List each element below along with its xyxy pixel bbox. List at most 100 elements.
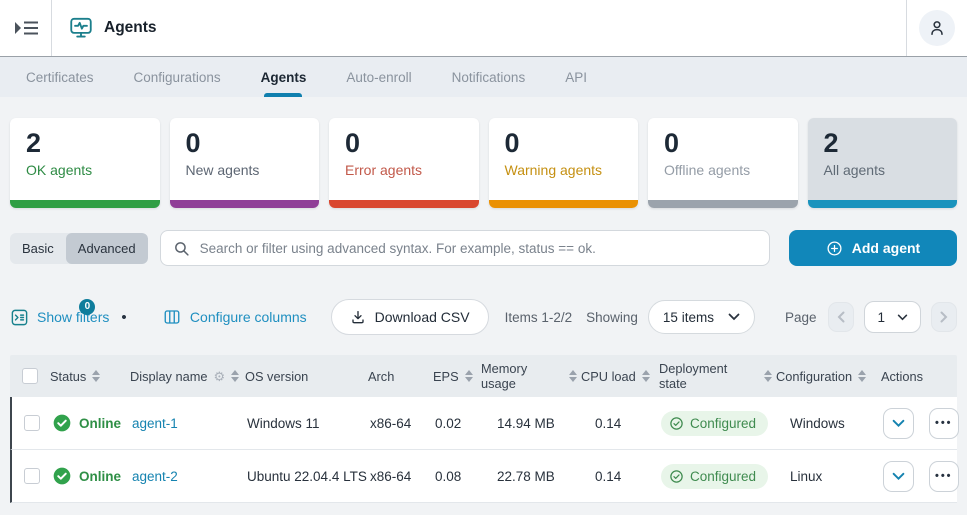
actions-cell: ••• bbox=[883, 407, 959, 439]
ellipsis-icon: ••• bbox=[934, 470, 953, 482]
tab-label: Configurations bbox=[133, 69, 221, 85]
card-count: 0 bbox=[664, 128, 680, 158]
previous-page-button[interactable] bbox=[828, 302, 855, 332]
row-menu-button[interactable]: ••• bbox=[928, 407, 959, 439]
arch-cell: x86-64 bbox=[370, 415, 412, 431]
agent-name-link[interactable]: agent-2 bbox=[132, 469, 178, 484]
card-count: 2 bbox=[26, 128, 42, 158]
showing-label: Showing bbox=[586, 309, 638, 325]
table-toolbar: Show filters 0 • Configure columns Downl… bbox=[10, 298, 957, 335]
expand-row-button[interactable] bbox=[883, 460, 914, 492]
sort-icon bbox=[764, 370, 772, 382]
configure-columns-button[interactable]: Configure columns bbox=[163, 308, 307, 326]
card-warning-agents[interactable]: 0 Warning agents bbox=[488, 118, 638, 208]
card-all-agents[interactable]: 2 All agents bbox=[807, 118, 957, 208]
tab-api[interactable]: API bbox=[545, 57, 607, 97]
column-label: CPU load bbox=[581, 368, 636, 384]
memory-usage-cell: 22.78 MB bbox=[497, 468, 555, 484]
column-header-actions: Actions bbox=[881, 369, 957, 384]
chevron-right-icon bbox=[940, 311, 948, 323]
sort-icon bbox=[92, 370, 101, 382]
download-icon bbox=[350, 309, 366, 325]
column-header-cpu-load[interactable]: CPU load bbox=[581, 369, 659, 384]
table-row-agent-1: Online agent-1 Windows 11 x86-64 0.02 14… bbox=[10, 397, 959, 450]
row-menu-button[interactable]: ••• bbox=[928, 460, 959, 492]
sidebar-toggle-button[interactable] bbox=[0, 0, 52, 56]
column-gear-icon[interactable]: ⚙ bbox=[214, 370, 226, 383]
page-size-value: 15 items bbox=[662, 309, 714, 325]
card-label: Error agents bbox=[345, 162, 423, 179]
items-range-label: Items 1-2/2 bbox=[504, 309, 573, 325]
agents-monitor-icon bbox=[68, 15, 94, 41]
search-icon bbox=[173, 240, 190, 257]
search-mode-toggle: Basic Advanced bbox=[10, 232, 148, 264]
column-label: OS version bbox=[245, 368, 309, 384]
sidebar-toggle-icon bbox=[13, 19, 39, 37]
tab-agents[interactable]: Agents bbox=[241, 57, 327, 97]
agents-table: Status Display name ⚙ OS version Arch EP… bbox=[10, 355, 959, 503]
column-header-display-name[interactable]: Display name ⚙ bbox=[130, 369, 245, 384]
search-input[interactable] bbox=[199, 240, 757, 256]
page-size-select[interactable]: 15 items bbox=[647, 300, 755, 334]
download-csv-button[interactable]: Download CSV bbox=[330, 299, 489, 335]
card-new-agents[interactable]: 0 New agents bbox=[169, 118, 319, 208]
tab-notifications[interactable]: Notifications bbox=[432, 57, 546, 97]
page-number-select[interactable]: 1 bbox=[864, 301, 921, 333]
top-bar: Agents bbox=[0, 0, 967, 57]
configuration-cell: Windows bbox=[790, 415, 845, 431]
show-filters-button[interactable]: Show filters 0 bbox=[10, 298, 109, 327]
column-label: Deployment state bbox=[659, 361, 728, 391]
expand-row-button[interactable] bbox=[883, 407, 914, 439]
agent-name-link[interactable]: agent-1 bbox=[132, 416, 178, 431]
next-page-button[interactable] bbox=[931, 302, 957, 332]
card-color-bar bbox=[807, 200, 957, 208]
arch-cell: x86-64 bbox=[370, 468, 412, 484]
tab-configurations[interactable]: Configurations bbox=[114, 57, 241, 97]
card-offline-agents[interactable]: 0 Offline agents bbox=[648, 118, 798, 208]
tab-label: Agents bbox=[260, 69, 307, 85]
column-header-os-version: OS version bbox=[245, 369, 368, 384]
row-checkbox[interactable] bbox=[24, 415, 40, 431]
add-agent-button[interactable]: Add agent bbox=[789, 230, 957, 266]
chevron-down-icon bbox=[728, 313, 740, 321]
card-count: 0 bbox=[504, 128, 520, 158]
row-checkbox[interactable] bbox=[24, 468, 40, 484]
card-error-agents[interactable]: 0 Error agents bbox=[329, 118, 479, 208]
configuration-cell: Linux bbox=[790, 468, 823, 484]
deployment-state-badge: Configured bbox=[661, 463, 769, 489]
column-label: Status bbox=[50, 368, 87, 384]
tab-certificates[interactable]: Certificates bbox=[6, 57, 114, 97]
tab-label: Auto-enroll bbox=[346, 69, 412, 85]
column-header-memory-usage[interactable]: Memory usage bbox=[481, 361, 581, 391]
tab-auto-enroll[interactable]: Auto-enroll bbox=[326, 57, 431, 97]
column-label: Memory usage bbox=[481, 361, 528, 391]
deployment-state-text: Configured bbox=[690, 468, 757, 484]
card-color-bar bbox=[488, 200, 638, 208]
card-ok-agents[interactable]: 2 OK agents bbox=[10, 118, 160, 208]
page-title: Agents bbox=[104, 19, 157, 36]
column-header-status[interactable]: Status bbox=[50, 369, 130, 384]
download-csv-label: Download CSV bbox=[374, 309, 470, 325]
mode-advanced-button[interactable]: Advanced bbox=[65, 232, 148, 264]
tab-label: Certificates bbox=[26, 69, 94, 85]
deployment-state-badge: Configured bbox=[661, 410, 769, 436]
card-label: New agents bbox=[185, 162, 260, 179]
add-agent-label: Add agent bbox=[851, 240, 921, 256]
column-label: Actions bbox=[881, 368, 923, 384]
actions-cell: ••• bbox=[883, 460, 959, 492]
search-box bbox=[159, 230, 770, 266]
configured-check-icon bbox=[669, 469, 684, 484]
tab-label: Notifications bbox=[451, 69, 526, 85]
sort-icon bbox=[641, 370, 650, 382]
card-count: 2 bbox=[823, 128, 839, 158]
card-label: Warning agents bbox=[504, 162, 603, 179]
user-menu-button[interactable] bbox=[919, 10, 955, 46]
column-header-configuration[interactable]: Configuration bbox=[776, 369, 881, 384]
chevron-left-icon bbox=[837, 311, 845, 323]
mode-basic-button[interactable]: Basic bbox=[10, 233, 66, 264]
column-header-eps[interactable]: EPS bbox=[433, 369, 481, 384]
select-all-checkbox[interactable] bbox=[22, 368, 38, 384]
memory-usage-cell: 14.94 MB bbox=[497, 415, 555, 431]
cpu-load-cell: 0.14 bbox=[595, 415, 622, 431]
column-header-deployment-state[interactable]: Deployment state bbox=[659, 361, 776, 391]
